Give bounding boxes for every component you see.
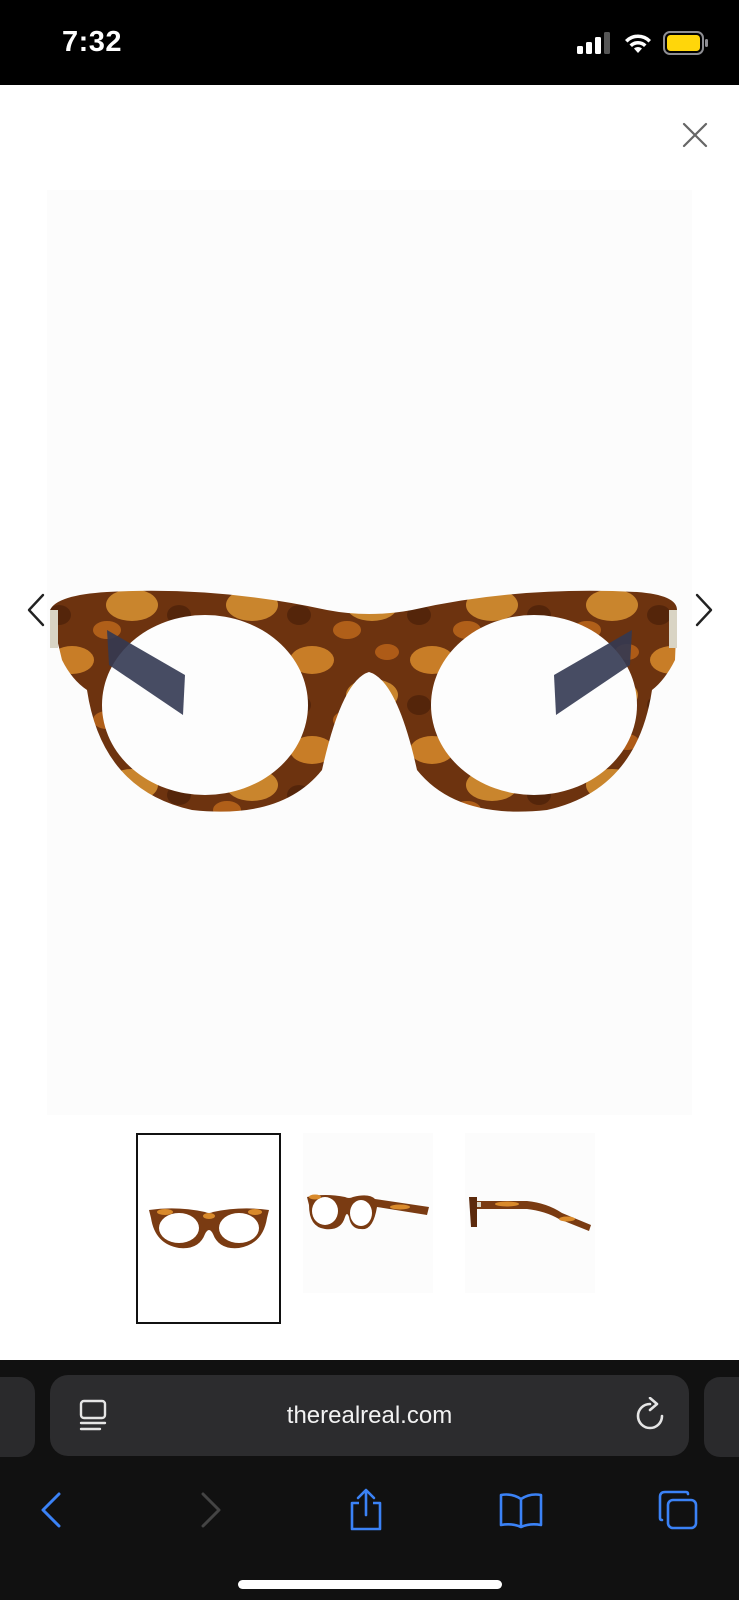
url-text: therealreal.com	[286, 1401, 453, 1429]
reload-icon	[636, 1396, 664, 1430]
page-menu-icon	[79, 1399, 107, 1431]
tabs-icon	[658, 1490, 698, 1530]
tabs-button[interactable]	[653, 1480, 703, 1540]
bookmarks-icon	[499, 1493, 543, 1529]
next-image-button[interactable]	[686, 585, 722, 635]
close-icon	[682, 122, 708, 148]
forward-button[interactable]	[186, 1480, 236, 1540]
status-bar: 7:32	[0, 0, 739, 85]
previous-image-button[interactable]	[18, 585, 54, 635]
status-icons	[577, 31, 709, 55]
image-viewer	[0, 85, 739, 1360]
thumbnail-three-quarter[interactable]	[303, 1133, 433, 1293]
back-button[interactable]	[26, 1480, 76, 1540]
thumbnail-front[interactable]	[136, 1133, 281, 1324]
share-icon	[350, 1488, 382, 1531]
previous-tab-preview[interactable]	[0, 1377, 35, 1457]
main-product-image	[47, 190, 692, 1115]
home-indicator[interactable]	[238, 1580, 502, 1589]
forward-icon	[201, 1492, 221, 1528]
reload-button[interactable]	[633, 1396, 667, 1438]
browser-bottom-bar: therealreal.com	[0, 1360, 739, 1600]
close-button[interactable]	[675, 115, 715, 155]
address-bar[interactable]: therealreal.com	[50, 1375, 689, 1456]
back-icon	[41, 1492, 61, 1528]
thumbnail-front-image	[148, 1207, 269, 1248]
thumbnail-side[interactable]	[465, 1133, 595, 1293]
thumbnail-side-image	[469, 1197, 591, 1231]
next-tab-preview[interactable]	[704, 1377, 739, 1457]
share-button[interactable]	[341, 1480, 391, 1540]
browser-toolbar	[0, 1480, 739, 1540]
wifi-icon	[625, 34, 651, 53]
cellular-signal-icon	[577, 32, 610, 54]
thumbnail-three-quarter-image	[307, 1194, 429, 1230]
page-menu-button[interactable]	[78, 1399, 108, 1438]
status-time: 7:32	[62, 26, 123, 58]
chevron-left-icon	[27, 593, 45, 627]
eyeglasses-image	[50, 590, 677, 812]
battery-icon	[663, 31, 708, 55]
chevron-right-icon	[695, 593, 713, 627]
bookmarks-button[interactable]	[496, 1480, 546, 1540]
